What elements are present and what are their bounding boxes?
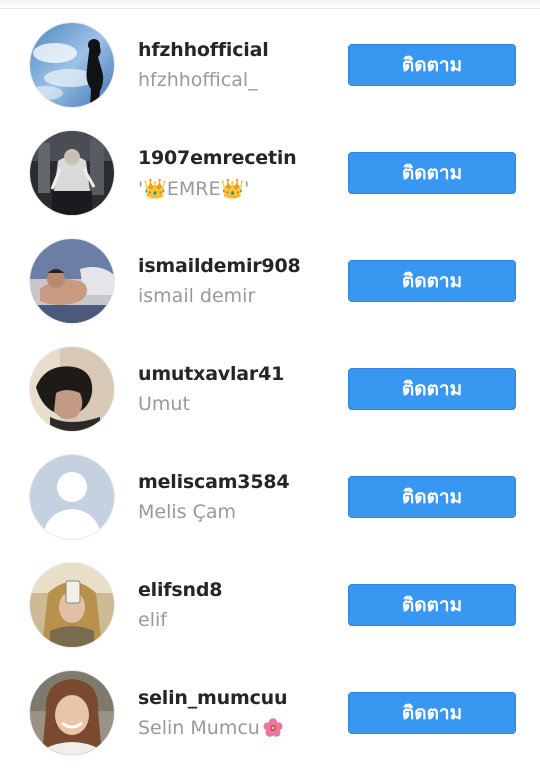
avatar[interactable] <box>30 671 114 755</box>
list-item: elifsnd8 elif ติดตาม <box>0 551 540 659</box>
full-name-text: Selin Mumcu <box>138 717 260 739</box>
follow-button[interactable]: ติดตาม <box>348 44 516 86</box>
full-name: Umut <box>138 393 190 415</box>
avatar[interactable] <box>30 563 114 647</box>
full-name: Selin Mumcu <box>138 717 284 739</box>
avatar[interactable] <box>30 455 114 539</box>
full-name-text: Umut <box>138 393 190 415</box>
username[interactable]: hfzhhofficial <box>138 39 269 61</box>
follow-button[interactable]: ติดตาม <box>348 152 516 194</box>
full-name: '👑EMRE👑' <box>138 177 249 200</box>
boy-portrait-avatar-image <box>30 347 114 431</box>
avatar[interactable] <box>30 23 114 107</box>
dark-stage-avatar-image <box>30 131 114 215</box>
full-name: elif <box>138 609 167 631</box>
default-profile-placeholder-icon <box>30 455 114 539</box>
girl-selfie-avatar-image <box>30 563 114 647</box>
follow-suggestions-list: hfzhhofficial hfzhhoffical_ ติดตาม 1907e… <box>0 11 540 767</box>
list-item: umutxavlar41 Umut ติดตาม <box>0 335 540 443</box>
full-name-text: elif <box>138 609 167 631</box>
full-name-text: ismail demir <box>138 285 256 307</box>
username[interactable]: 1907emrecetin <box>138 147 297 169</box>
username[interactable]: ismaildemir908 <box>138 255 301 277</box>
full-name: ismail demir <box>138 285 255 307</box>
follow-button[interactable]: ติดตาม <box>348 368 516 410</box>
list-item: 1907emrecetin '👑EMRE👑' ติดตาม <box>0 119 540 227</box>
username[interactable]: umutxavlar41 <box>138 363 284 385</box>
smiling-woman-avatar-image <box>30 671 114 755</box>
full-name-text: '👑EMRE👑' <box>138 178 250 200</box>
follow-button[interactable]: ติดตาม <box>348 584 516 626</box>
reclining-man-avatar-image <box>30 239 114 323</box>
pink-flower-icon <box>262 717 284 739</box>
avatar[interactable] <box>30 347 114 431</box>
full-name: hfzhhoffical_ <box>138 69 258 91</box>
full-name-text: hfzhhoffical_ <box>138 69 258 91</box>
top-divider <box>0 0 540 9</box>
username[interactable]: elifsnd8 <box>138 579 222 601</box>
username[interactable]: selin_mumcuu <box>138 687 287 709</box>
follow-button[interactable]: ติดตาม <box>348 476 516 518</box>
follow-button[interactable]: ติดตาม <box>348 692 516 734</box>
avatar[interactable] <box>30 131 114 215</box>
list-item: hfzhhofficial hfzhhoffical_ ติดตาม <box>0 11 540 119</box>
username[interactable]: meliscam3584 <box>138 471 290 493</box>
list-item: meliscam3584 Melis Çam ติดตาม <box>0 443 540 551</box>
full-name-text: Melis Çam <box>138 501 236 523</box>
follow-button[interactable]: ติดตาม <box>348 260 516 302</box>
list-item: selin_mumcuu Selin Mumcu ติดตาม <box>0 659 540 767</box>
avatar[interactable] <box>30 239 114 323</box>
list-item: ismaildemir908 ismail demir ติดตาม <box>0 227 540 335</box>
full-name: Melis Çam <box>138 501 236 523</box>
sky-silhouette-avatar-image <box>30 23 114 107</box>
